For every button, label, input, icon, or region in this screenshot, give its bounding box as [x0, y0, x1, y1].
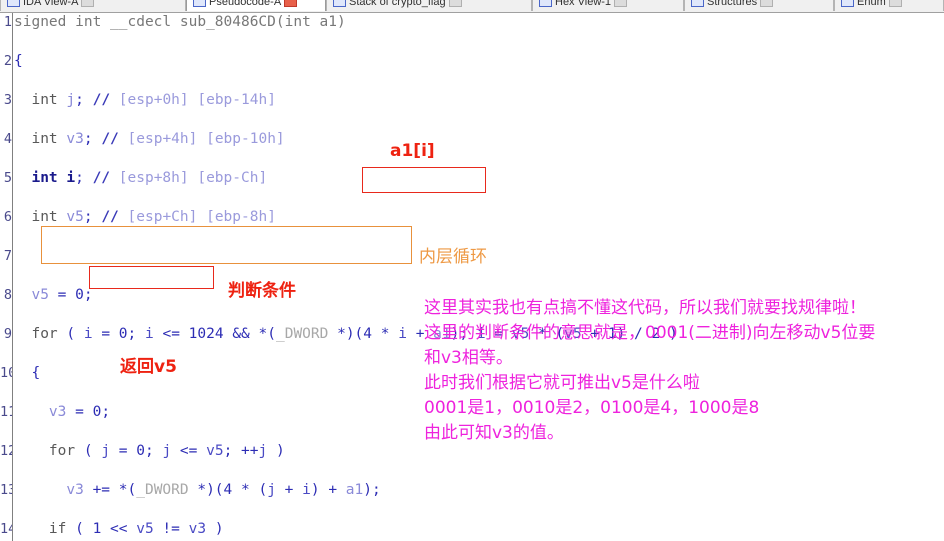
- line-content[interactable]: if ( 1 << v5 != v3 ): [14, 520, 224, 540]
- tab-bar: IDA View-A Pseudocode-A Stack of crypto_…: [0, 0, 944, 13]
- tab-ida-view-a[interactable]: IDA View-A: [0, 0, 186, 11]
- code-line[interactable]: 4 int v3; // [esp+4h] [ebp-10h]: [0, 130, 944, 150]
- code-line[interactable]: 3 int j; // [esp+0h] [ebp-14h]: [0, 91, 944, 111]
- ida-pseudocode-window: IDA View-A Pseudocode-A Stack of crypto_…: [0, 0, 944, 541]
- annotation-return: 返回v5: [120, 357, 177, 377]
- line-content[interactable]: int j; // [esp+0h] [ebp-14h]: [14, 91, 275, 111]
- enum-icon: [841, 0, 854, 7]
- close-icon[interactable]: [448, 0, 462, 7]
- annotation-condition: 判断条件: [228, 281, 296, 301]
- line-number: 10: [0, 365, 12, 381]
- line-number: 1: [3, 14, 12, 30]
- tab-label: Hex View-1: [555, 0, 612, 8]
- code-line[interactable]: 14 if ( 1 << v5 != v3 ): [0, 520, 944, 540]
- tab-label: Structures: [707, 0, 758, 8]
- note-line-2: 这里的判断条件的意思就是，0001(二进制)向左移动v5位要: [424, 323, 876, 343]
- close-icon[interactable]: [760, 0, 774, 7]
- hex-icon: [539, 0, 552, 7]
- line-content[interactable]: {: [14, 52, 23, 72]
- line-content[interactable]: v5 = 0;: [14, 286, 92, 306]
- note-line-1: 这里其实我也有点搞不懂这代码，所以我们就要找规律啦！: [424, 298, 866, 318]
- line-number: 11: [0, 404, 12, 420]
- window-icon: [7, 0, 20, 7]
- line-content[interactable]: signed int __cdecl sub_80486CD(int a1): [14, 13, 346, 33]
- structures-icon: [691, 0, 704, 7]
- pseudocode-icon: [193, 0, 206, 7]
- line-number: 14: [0, 521, 12, 537]
- tab-label: IDA View-A: [23, 0, 79, 8]
- annotation-inner-loop: 内层循环: [419, 247, 487, 267]
- tab-structures[interactable]: Structures: [684, 0, 834, 11]
- line-number: 2: [3, 53, 12, 69]
- line-number: 7: [3, 248, 12, 264]
- close-icon[interactable]: [888, 0, 902, 7]
- code-line[interactable]: 2 {: [0, 52, 944, 72]
- tab-label: Stack of crypto_flag: [349, 0, 446, 8]
- code-line[interactable]: 1 signed int __cdecl sub_80486CD(int a1): [0, 13, 944, 33]
- tab-pseudocode-a[interactable]: Pseudocode-A: [186, 0, 326, 11]
- line-content[interactable]: {: [14, 364, 40, 384]
- line-number: 6: [3, 209, 12, 225]
- note-line-6: 由此可知v3的值。: [424, 423, 564, 443]
- note-line-5: 0001是1，0010是2，0100是4，1000是8: [424, 398, 760, 418]
- stack-icon: [333, 0, 346, 7]
- line-number: 12: [0, 443, 12, 459]
- tab-stack-of-crypto-flag[interactable]: Stack of crypto_flag: [326, 0, 532, 11]
- code-line[interactable]: 13 v3 += *(_DWORD *)(4 * (j + i) + a1);: [0, 481, 944, 501]
- close-icon[interactable]: [81, 0, 95, 7]
- note-line-3: 和v3相等。: [424, 348, 513, 368]
- line-content[interactable]: int v5; // [esp+Ch] [ebp-8h]: [14, 208, 275, 228]
- note-line-4: 此时我们根据它就可推出v5是什么啦: [424, 373, 700, 393]
- line-number: 9: [3, 326, 12, 342]
- line-number: 4: [3, 131, 12, 147]
- close-icon[interactable]: [284, 0, 298, 7]
- code-line[interactable]: 5 int i; // [esp+8h] [ebp-Ch]: [0, 169, 944, 189]
- line-content[interactable]: v3 = 0;: [14, 403, 110, 423]
- code-line[interactable]: 6 int v5; // [esp+Ch] [ebp-8h]: [0, 208, 944, 228]
- annotation-a1-index: a1[i]: [390, 141, 435, 161]
- tab-enum[interactable]: Enum: [834, 0, 944, 11]
- close-icon[interactable]: [614, 0, 628, 7]
- tab-hex-view-1[interactable]: Hex View-1: [532, 0, 684, 11]
- line-number: 3: [3, 92, 12, 108]
- tab-label: Enum: [857, 0, 886, 8]
- line-number: 5: [3, 170, 12, 186]
- tab-label: Pseudocode-A: [209, 0, 282, 8]
- pseudocode-editor[interactable]: 1 signed int __cdecl sub_80486CD(int a1)…: [0, 13, 944, 541]
- line-content[interactable]: v3 += *(_DWORD *)(4 * (j + i) + a1);: [14, 481, 380, 501]
- line-content[interactable]: int v3; // [esp+4h] [ebp-10h]: [14, 130, 284, 150]
- code-area[interactable]: 1 signed int __cdecl sub_80486CD(int a1)…: [0, 13, 944, 541]
- line-number: 13: [0, 482, 12, 498]
- line-content[interactable]: for ( j = 0; j <= v5; ++j ): [14, 442, 285, 462]
- line-number: 8: [3, 287, 12, 303]
- line-content[interactable]: int i; // [esp+8h] [ebp-Ch]: [14, 169, 267, 189]
